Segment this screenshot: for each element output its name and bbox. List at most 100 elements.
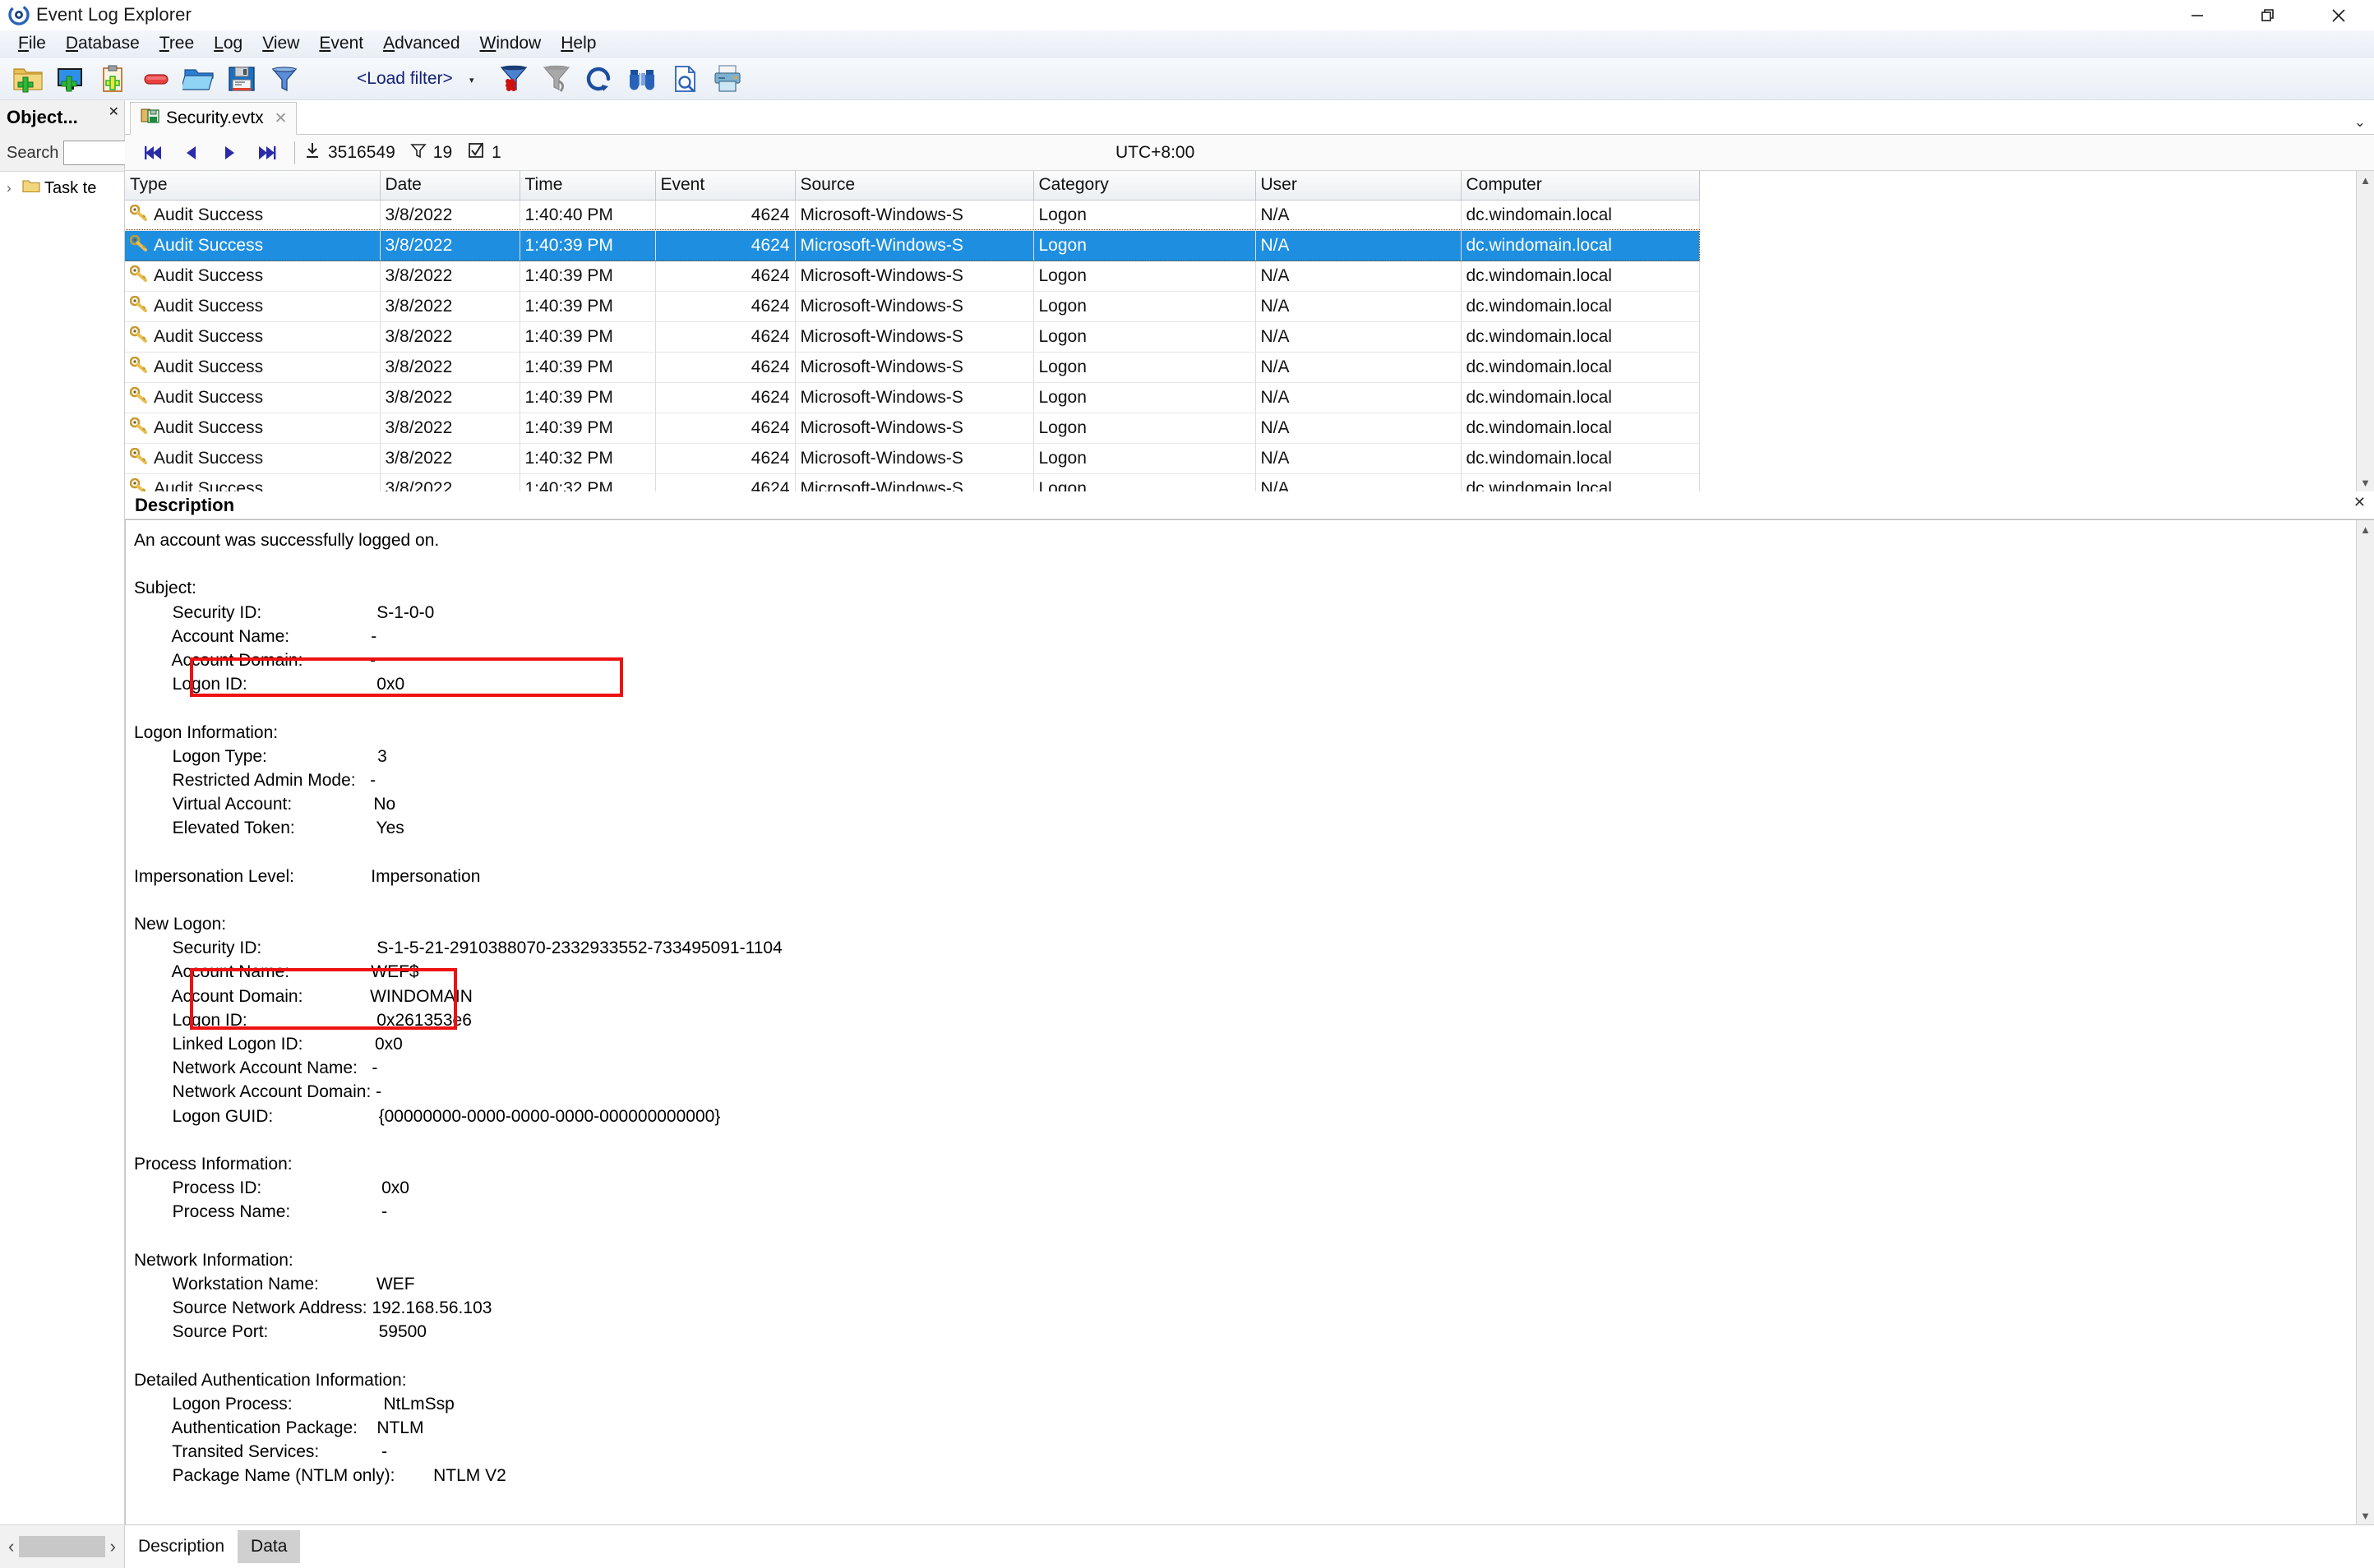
clear-filter-icon[interactable] — [492, 59, 535, 99]
cell-source: Microsoft-Windows-S — [795, 230, 1034, 261]
cell-time: 1:40:39 PM — [520, 382, 656, 413]
menu-window[interactable]: Window — [470, 32, 552, 55]
tab-close-icon[interactable]: ✕ — [275, 109, 288, 128]
checkbox-icon — [467, 141, 485, 164]
panel-collapse-icon[interactable]: ⌄ — [2354, 114, 2366, 131]
event-grid-scrollbar[interactable]: ▲ ▼ — [2356, 171, 2374, 491]
table-row[interactable]: Audit Success 3/8/2022 1:40:40 PM 4624 Micro… — [125, 200, 1700, 231]
filter-icon — [410, 141, 427, 164]
open-log-icon[interactable] — [178, 59, 220, 99]
description-line — [134, 552, 2356, 576]
description-scrollbar[interactable]: ▲ ▼ — [2356, 520, 2374, 1524]
scroll-right-icon[interactable]: › — [110, 1536, 116, 1557]
menu-help[interactable]: Help — [551, 32, 606, 55]
first-event-button[interactable] — [135, 136, 173, 169]
add-folder-icon[interactable] — [7, 59, 49, 99]
next-event-button[interactable] — [210, 136, 248, 169]
table-row[interactable]: Audit Success 3/8/2022 1:40:39 PM 4624 Micro… — [125, 352, 1700, 383]
description-line: Account Domain: - — [134, 650, 376, 670]
column-header-type[interactable]: Type — [125, 171, 381, 201]
scroll-down-icon[interactable]: ▼ — [2357, 1506, 2374, 1524]
cell-date: 3/8/2022 — [380, 443, 520, 474]
table-row[interactable]: Audit Success 3/8/2022 1:40:32 PM 4624 Micro… — [125, 473, 1700, 491]
cell-type: Audit Success — [125, 200, 381, 231]
menu-view[interactable]: View — [252, 32, 309, 55]
description-close-icon[interactable]: ✕ — [2353, 494, 2366, 511]
menu-file[interactable]: File — [8, 32, 56, 55]
column-header-time[interactable]: Time — [520, 171, 656, 201]
description-line: Restricted Admin Mode: - — [134, 770, 376, 790]
cell-source: Microsoft-Windows-S — [795, 261, 1034, 292]
cell-time: 1:40:39 PM — [520, 230, 656, 261]
table-row[interactable]: Audit Success 3/8/2022 1:40:39 PM 4624 Micro… — [125, 321, 1700, 353]
objects-panel-hscrollbar[interactable]: ‹ › — [0, 1524, 125, 1568]
menu-tree[interactable]: Tree — [150, 32, 204, 55]
chevron-right-icon[interactable]: › — [7, 180, 18, 196]
print-icon[interactable] — [706, 59, 749, 99]
column-header-source[interactable]: Source — [795, 171, 1034, 201]
cell-date: 3/8/2022 — [380, 291, 520, 322]
minimize-button[interactable] — [2162, 0, 2233, 30]
table-row[interactable]: Audit Success 3/8/2022 1:40:39 PM 4624 Micro… — [125, 261, 1700, 292]
description-text[interactable]: An account was successfully logged on. Su… — [125, 520, 2356, 1524]
column-header-category[interactable]: Category — [1033, 171, 1256, 201]
table-header-row: Type Date Time Event Source Category Use… — [125, 171, 1700, 201]
description-line: Logon GUID: {00000000-0000-0000-0000-000… — [134, 1106, 721, 1126]
menu-log[interactable]: Log — [204, 32, 252, 55]
cell-event-id: 4624 — [655, 230, 796, 261]
scroll-up-icon[interactable]: ▲ — [2357, 520, 2374, 538]
scroll-left-icon[interactable]: ‹ — [8, 1536, 14, 1557]
cell-time: 1:40:39 PM — [520, 352, 656, 383]
save-log-icon[interactable] — [220, 59, 263, 99]
add-log-icon[interactable] — [92, 59, 135, 99]
event-table: Type Date Time Event Source Category Use… — [125, 171, 1700, 491]
remove-icon[interactable] — [135, 59, 178, 99]
description-line — [134, 1128, 2356, 1152]
tab-security-evtx[interactable]: Security.evtx ✕ — [130, 102, 297, 135]
tab-description[interactable]: Description — [125, 1530, 238, 1563]
description-line: Logon Information: — [134, 722, 279, 742]
description-line: Package Name (NTLM only): NTLM V2 — [134, 1466, 506, 1486]
table-row[interactable]: Audit Success 3/8/2022 1:40:39 PM 4624 Micro… — [125, 413, 1700, 444]
refresh-icon[interactable] — [578, 59, 621, 99]
cell-type: Audit Success — [125, 321, 381, 353]
tab-data-label: Data — [251, 1537, 288, 1556]
scroll-down-icon[interactable]: ▼ — [2357, 473, 2374, 491]
column-header-event[interactable]: Event — [655, 171, 796, 201]
objects-panel-close-icon[interactable]: ✕ — [109, 104, 119, 120]
scroll-up-icon[interactable]: ▲ — [2357, 171, 2374, 189]
load-filter-label[interactable]: <Load filter> — [357, 69, 453, 89]
restore-button[interactable] — [2233, 0, 2303, 30]
cell-time: 1:40:39 PM — [520, 321, 656, 353]
scroll-thumb[interactable] — [19, 1536, 105, 1557]
table-row[interactable]: Audit Success 3/8/2022 1:40:39 PM 4624 Micro… — [125, 229, 1700, 261]
close-button[interactable] — [2303, 0, 2374, 30]
find-icon[interactable] — [621, 59, 663, 99]
description-line: Account Domain: WINDOMAIN — [134, 986, 473, 1006]
column-header-computer[interactable]: Computer — [1461, 171, 1700, 201]
menu-database[interactable]: Database — [56, 32, 150, 55]
column-header-user[interactable]: User — [1255, 171, 1462, 201]
cell-type: Audit Success — [125, 291, 381, 322]
table-row[interactable]: Audit Success 3/8/2022 1:40:39 PM 4624 Micro… — [125, 382, 1700, 413]
filter-icon[interactable] — [263, 59, 306, 99]
menu-advanced[interactable]: Advanced — [373, 32, 469, 55]
load-filter-dropdown-icon[interactable]: ▾ — [466, 59, 478, 99]
previous-event-button[interactable] — [173, 136, 210, 169]
table-row[interactable]: Audit Success 3/8/2022 1:40:32 PM 4624 Micro… — [125, 443, 1700, 474]
audit-success-key-icon — [129, 234, 148, 256]
audit-success-key-icon — [129, 265, 148, 287]
event-details-icon[interactable] — [663, 59, 706, 99]
table-row[interactable]: Audit Success 3/8/2022 1:40:39 PM 4624 Micro… — [125, 291, 1700, 322]
description-line: Process Name: - — [134, 1202, 388, 1222]
disable-filter-icon[interactable] — [535, 59, 578, 99]
add-computer-icon[interactable] — [49, 59, 92, 99]
tree-item-task-te[interactable]: › Task te — [0, 177, 124, 200]
last-event-button[interactable] — [248, 136, 286, 169]
column-header-date[interactable]: Date — [380, 171, 520, 201]
cell-user: N/A — [1255, 473, 1462, 491]
menu-event[interactable]: Event — [309, 32, 373, 55]
tab-data[interactable]: Data — [238, 1530, 301, 1563]
cell-user: N/A — [1255, 230, 1462, 261]
event-grid[interactable]: Type Date Time Event Source Category Use… — [125, 171, 2356, 491]
